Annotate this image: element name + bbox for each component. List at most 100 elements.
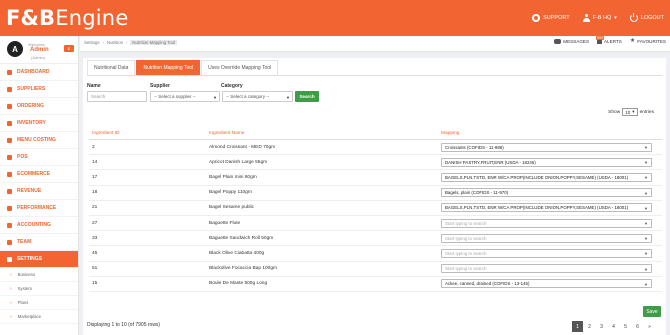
logo-text: Engine xyxy=(55,6,129,30)
user-icon xyxy=(582,14,590,22)
supplier-select[interactable]: -- Select a supplier -- ▼ xyxy=(150,91,220,102)
sidebar-subitem-system[interactable]: › System xyxy=(0,282,78,296)
sidebar-subitem-plans[interactable]: › Plans xyxy=(0,296,78,310)
table-row: 18 Bagel Poppy 110gm Bagels, plain (COFIDS… xyxy=(89,186,662,201)
ingredient-id-cell: 17 xyxy=(92,174,98,180)
sidebar-subitem-business[interactable]: › Business xyxy=(0,268,78,282)
tab-uses-override-mapping-tool[interactable]: Uses Override Mapping Tool xyxy=(201,60,279,75)
chart-icon xyxy=(7,205,12,211)
column-header-ingredient-name[interactable]: Ingredient Name xyxy=(207,131,441,136)
ingredient-id-cell: 14 xyxy=(92,159,98,165)
tab-nutrition-mapping-tool[interactable]: Nutrition Mapping Tool xyxy=(136,60,201,75)
save-button[interactable]: Save xyxy=(643,306,661,317)
chevron-down-icon: ▼ xyxy=(644,145,648,151)
mapping-select[interactable]: BAGELS,PLN,TSTD, ENR W/CA PROP(INCLUDE O… xyxy=(441,203,652,213)
logout-link[interactable]: LOGOUT xyxy=(629,13,664,22)
mapping-select[interactable]: Croissants (COFIDS - 11-988) ▼ xyxy=(441,142,652,152)
sidebar-item-performance[interactable]: PERFORMANCE xyxy=(0,200,78,217)
sidebar-item-team[interactable]: TEAM xyxy=(0,234,78,251)
chevron-down-icon: ▼ xyxy=(644,175,648,181)
ingredient-name-cell: Baguette Sandwich Roll 50gm xyxy=(209,235,274,241)
sidebar-subitem-label: Business xyxy=(17,272,36,277)
ingredient-id-cell: 18 xyxy=(92,190,98,196)
ingredient-name-cell: Bagel Sesame public xyxy=(209,205,255,211)
sidebar-item-accounting[interactable]: ACCOUNTING xyxy=(0,217,78,234)
alerts-badge: 999 xyxy=(596,36,604,40)
sidebar: A Welcome Admin (Admin) E DASHBOARD SUPP… xyxy=(0,36,79,335)
sidebar-item-menu-costing[interactable]: MENU COSTING xyxy=(0,132,78,149)
sidebar-item-settings[interactable]: SETTINGS xyxy=(0,251,78,268)
edit-profile-button[interactable]: E xyxy=(64,45,74,52)
favourites-label: FAVOURITES xyxy=(637,39,666,44)
page-size-value: 10 xyxy=(625,109,631,115)
sidebar-item-ecommerce[interactable]: ECOMMERCE xyxy=(0,166,78,183)
sidebar-subitem-marketplace[interactable]: › Marketplace xyxy=(0,310,78,324)
table-row: 21 Bagel Sesame public BAGELS,PLN,TSTD, EN… xyxy=(89,201,662,216)
messages-link[interactable]: MESSAGES xyxy=(554,39,589,44)
mapping-select[interactable]: BAGELS,PLN,TSTD, ENR W/CA PROP(INCLUDE O… xyxy=(441,172,652,182)
breadcrumb-separator: › xyxy=(102,40,104,45)
breadcrumb-item[interactable]: Nutrition xyxy=(107,40,123,45)
cart-icon xyxy=(7,103,12,109)
name-filter-label: Name xyxy=(87,83,101,89)
user-role: (Admin) xyxy=(31,55,46,60)
logo[interactable]: F&B Engine xyxy=(6,4,128,32)
breadcrumb-item[interactable]: Settings xyxy=(84,40,100,45)
chevron-down-icon: ▼ xyxy=(644,221,648,227)
ingredient-name-cell: Boule De Maste 500g Long xyxy=(209,281,268,287)
supplier-select-value: -- Select a supplier -- xyxy=(154,94,196,99)
hq-menu[interactable]: F-B HQ ▾ xyxy=(582,14,617,22)
gear-icon xyxy=(7,256,12,262)
mapping-select[interactable]: Bagels, plain (COFIDS - 11-970) ▼ xyxy=(441,188,652,198)
search-button[interactable]: Search xyxy=(295,91,319,102)
name-search-input[interactable]: Search xyxy=(87,91,147,102)
mapping-select-value: Start typing to search xyxy=(445,235,487,241)
support-link[interactable]: SUPPORT xyxy=(532,14,570,22)
mapping-select[interactable]: Ackee, canned, drained (COFIDS - 13-145)… xyxy=(441,279,652,289)
breadcrumb: Settings › Nutrition › Nutrition Mapping… xyxy=(84,40,178,45)
column-header-ingredient-id[interactable]: Ingredient ID xyxy=(89,131,207,136)
sidebar-item-inventory[interactable]: INVENTORY xyxy=(0,115,78,132)
chevron-right-icon: › xyxy=(10,271,12,278)
sidebar-subitem-label: Plans xyxy=(17,300,29,305)
alerts-link[interactable]: 999 ALERTS xyxy=(596,36,622,44)
star-icon: ★ xyxy=(629,38,636,44)
logout-label: LOGOUT xyxy=(640,15,664,21)
table-row: 14 Apricot Danish Large 55gm DANISH PASTRY… xyxy=(89,155,662,171)
ingredient-id-cell: 15 xyxy=(92,281,98,287)
category-select[interactable]: -- Select a category -- ▼ xyxy=(222,91,293,102)
tab-nutritional-data[interactable]: Nutritional Data xyxy=(87,60,136,75)
alerts-label: ALERTS xyxy=(604,39,622,44)
favourites-link[interactable]: ★ FAVOURITES xyxy=(629,38,666,44)
mapping-cell: Bagels, plain (COFIDS - 11-970) ▼ xyxy=(441,188,662,198)
sidebar-item-label: MENU COSTING xyxy=(17,137,56,143)
mapping-select[interactable]: Start typing to search ▼ xyxy=(441,248,652,258)
mapping-select[interactable]: Start typing to search ▼ xyxy=(441,233,652,243)
mapping-select-value: BAGELS,PLN,TSTD, ENR W/CA PROP(INCLUDE O… xyxy=(445,205,629,211)
sidebar-item-dashboard[interactable]: DASHBOARD xyxy=(0,64,78,81)
ingredient-name-cell: Black Olive Ciabatta 400g xyxy=(209,250,265,256)
chevron-down-icon: ▼ xyxy=(644,205,648,211)
page-button[interactable]: 6 xyxy=(632,321,643,332)
table-row: 45 Black Olive Ciabatta 400g Start typing … xyxy=(89,246,662,262)
page-button[interactable]: 5 xyxy=(620,321,631,332)
user-name: Admin xyxy=(30,47,49,53)
avatar[interactable]: A xyxy=(7,41,23,57)
page-size-select[interactable]: 10 ▾ xyxy=(622,108,638,116)
sidebar-item-suppliers[interactable]: SUPPLIERS xyxy=(0,81,78,98)
column-header-mapping[interactable]: Mapping xyxy=(441,131,662,136)
page-button[interactable]: 4 xyxy=(608,321,619,332)
page-button[interactable]: 3 xyxy=(596,321,607,332)
mapping-cell: Croissants (COFIDS - 11-988) ▼ xyxy=(441,142,662,152)
mapping-select[interactable]: DANISH PASTRY,FRUIT,ENR (USDA - 18246) ▼ xyxy=(441,157,652,167)
sidebar-item-pos[interactable]: POS xyxy=(0,149,78,166)
page-button[interactable]: 2 xyxy=(584,321,595,332)
mapping-select[interactable]: Start typing to search ▼ xyxy=(441,218,652,228)
next-page-button[interactable]: » xyxy=(644,321,655,332)
page-button[interactable]: 1 xyxy=(572,321,583,332)
table-row: 27 Baguette Flute Start typing to search ▼ xyxy=(89,216,662,232)
mapping-select[interactable]: Start typing to search ▼ xyxy=(441,264,652,274)
sidebar-item-ordering[interactable]: ORDERING xyxy=(0,98,78,115)
ingredient-id-cell: 27 xyxy=(92,220,98,226)
sidebar-item-revenue[interactable]: REVENUE xyxy=(0,183,78,200)
